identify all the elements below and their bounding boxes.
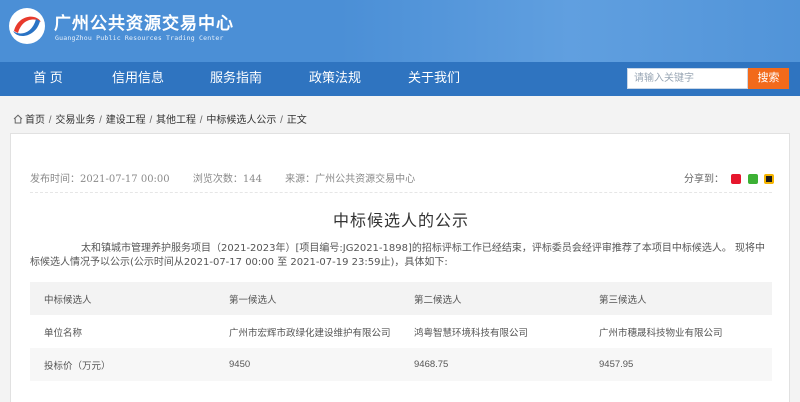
- nav-item-service-guide[interactable]: 服务指南: [198, 62, 274, 96]
- nav-item-credit-info[interactable]: 信用信息: [100, 62, 176, 96]
- site-subtitle: GuangZhou Public Resources Trading Cente…: [55, 34, 224, 42]
- meta-divider: [30, 192, 772, 193]
- breadcrumb-trading-business[interactable]: 交易业务: [55, 115, 95, 126]
- table-cell: 单位名称: [30, 315, 215, 348]
- table-cell: 鸿粤智慧环境科技有限公司: [400, 315, 585, 348]
- table-cell: 广州市穗晟科技物业有限公司: [585, 315, 772, 348]
- qq-icon[interactable]: [764, 174, 775, 184]
- site-title: 广州公共资源交易中心: [54, 14, 234, 33]
- nav-item-about-us[interactable]: 关于我们: [396, 62, 472, 96]
- breadcrumb-construction[interactable]: 建设工程: [106, 115, 146, 126]
- candidate-table: 中标候选人 第一候选人 第二候选人 第三候选人 单位名称 广州市宏辉市政绿化建设…: [30, 282, 772, 381]
- table-header-cell: 第一候选人: [215, 282, 400, 315]
- breadcrumb-other-projects[interactable]: 其他工程: [156, 115, 196, 126]
- nav-item-policies[interactable]: 政策法规: [297, 62, 373, 96]
- search-input[interactable]: [627, 68, 748, 89]
- table-header-cell: 第二候选人: [400, 282, 585, 315]
- site-logo-icon[interactable]: [8, 7, 46, 45]
- table-header-row: 中标候选人 第一候选人 第二候选人 第三候选人: [30, 282, 772, 315]
- table-row: 单位名称 广州市宏辉市政绿化建设维护有限公司 鸿粤智慧环境科技有限公司 广州市穗…: [30, 315, 772, 348]
- view-count: 浏览次数：144: [192, 174, 262, 185]
- table-row: 投标价（万元） 9450 9468.75 9457.95: [30, 348, 772, 381]
- table-cell: 投标价（万元）: [30, 348, 215, 381]
- article-source: 来源：广州公共资源交易中心: [285, 174, 416, 185]
- breadcrumb-home[interactable]: 首页: [25, 115, 45, 126]
- article-body: 太和镇城市管理养护服务项目（2021-2023年）[项目编号:JG2021-18…: [30, 243, 766, 268]
- breadcrumb: 首页 / 交易业务 / 建设工程 / 其他工程 / 中标候选人公示 / 正文: [13, 111, 307, 126]
- table-header-cell: 第三候选人: [585, 282, 772, 315]
- table-cell: 广州市宏辉市政绿化建设维护有限公司: [215, 315, 400, 348]
- share-label: 分享到：: [684, 174, 724, 185]
- table-cell: 9468.75: [400, 348, 585, 381]
- table-header-cell: 中标候选人: [30, 282, 215, 315]
- article-meta: 发布时间：2021-07-17 00:00 浏览次数：144 来源：广州公共资源…: [30, 170, 435, 185]
- header-banner-decoration: [340, 0, 800, 62]
- article-panel: 发布时间：2021-07-17 00:00 浏览次数：144 来源：广州公共资源…: [10, 133, 790, 402]
- home-icon: [13, 114, 23, 124]
- nav-item-home[interactable]: 首 页: [10, 62, 86, 96]
- table-cell: 9457.95: [585, 348, 772, 381]
- table-cell: 9450: [215, 348, 400, 381]
- breadcrumb-current: 正文: [286, 115, 307, 126]
- site-header: 广州公共资源交易中心 GuangZhou Public Resources Tr…: [0, 0, 800, 62]
- breadcrumb-candidate-notice[interactable]: 中标候选人公示: [206, 115, 276, 126]
- search-button[interactable]: 搜索: [748, 68, 789, 89]
- publish-time: 发布时间：2021-07-17 00:00: [30, 174, 170, 185]
- weibo-icon[interactable]: [730, 174, 741, 184]
- share-bar: 分享到：: [684, 170, 775, 185]
- wechat-icon[interactable]: [747, 174, 758, 184]
- article-title: 中标候选人的公示: [332, 213, 469, 230]
